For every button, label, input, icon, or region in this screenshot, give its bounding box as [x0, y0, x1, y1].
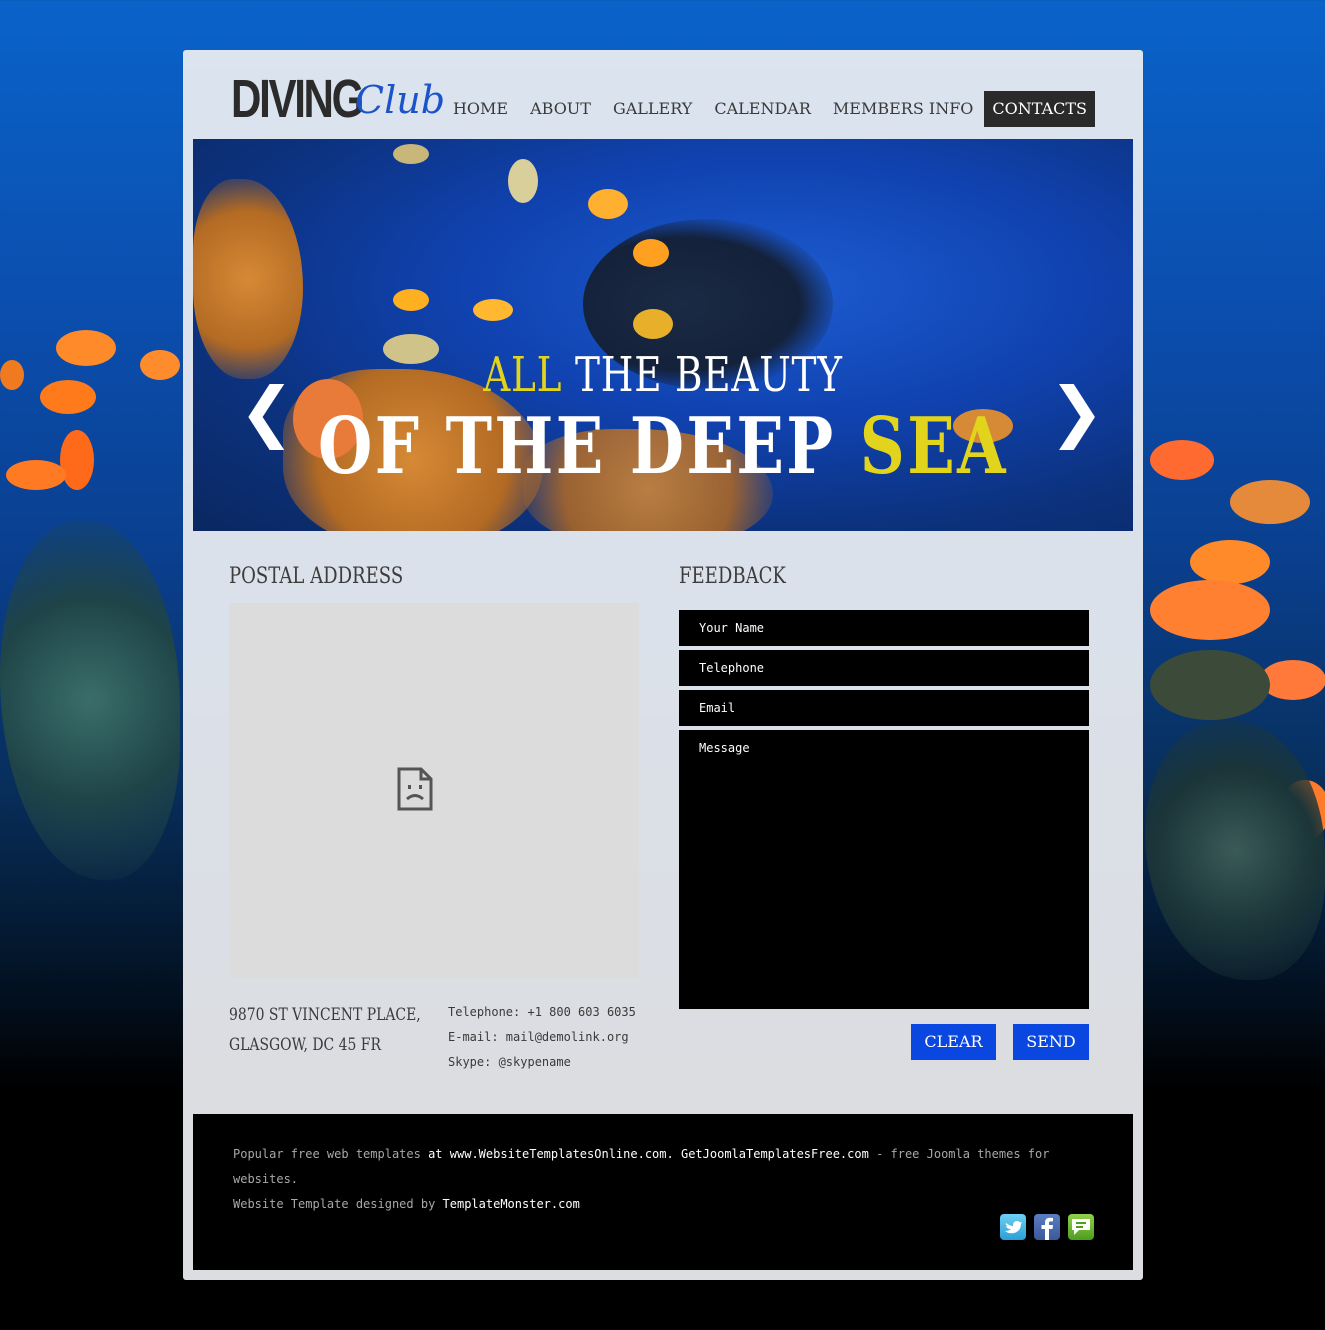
email-field[interactable]: Email: [679, 690, 1089, 726]
slide-highlight-all: ALL: [483, 347, 563, 403]
address-line-2: GLASGOW, DC 45 FR: [229, 1035, 381, 1055]
bg-fish: [1190, 540, 1270, 584]
footer-text-designed-by: Website Template designed by: [233, 1197, 436, 1211]
bg-fish: [1150, 440, 1214, 480]
bg-fish: [1260, 660, 1325, 700]
footer: Popular free web templates at www.Websit…: [193, 1114, 1133, 1270]
message-field[interactable]: Message: [679, 730, 1089, 1009]
postal-address: 9870 ST VINCENT PLACE, GLASGOW, DC 45 FR: [229, 1000, 442, 1060]
map-embed[interactable]: [229, 603, 639, 978]
main-nav: HOME ABOUT GALLERY CALENDAR MEMBERS INFO…: [442, 91, 1095, 127]
slider-fish: [393, 289, 429, 311]
slider-fish: [633, 309, 673, 339]
bg-fish: [140, 350, 180, 380]
nav-members-info[interactable]: MEMBERS INFO: [822, 91, 985, 127]
footer-text-dot: .: [666, 1147, 674, 1161]
nav-calendar[interactable]: CALENDAR: [703, 91, 822, 127]
name-field[interactable]: Your Name: [679, 610, 1089, 646]
nav-contacts[interactable]: CONTACTS: [984, 91, 1095, 127]
chat-icon[interactable]: [1068, 1214, 1094, 1240]
bg-fish: [60, 430, 94, 490]
slider-fish: [393, 144, 429, 164]
hero-slider: ALL THE BEAUTY OF THE DEEP SEA ❮ ❯: [193, 139, 1133, 531]
address-line-1: 9870 ST VINCENT PLACE,: [229, 1005, 421, 1025]
bg-fish: [6, 460, 66, 490]
bg-reef: [1145, 720, 1325, 980]
twitter-icon[interactable]: [1000, 1214, 1026, 1240]
slide-text-beauty: THE BEAUTY: [575, 347, 843, 403]
footer-text-at: at: [428, 1147, 443, 1161]
send-button[interactable]: SEND: [1013, 1024, 1089, 1060]
slider-fish: [633, 239, 669, 267]
broken-image-icon: [397, 767, 433, 811]
contact-details: Telephone: +1 800 603 6035 E-mail: mail@…: [448, 1000, 636, 1075]
slider-fish: [473, 299, 513, 321]
slider-fish: [508, 159, 538, 203]
bg-fish: [40, 380, 96, 414]
feedback-title: FEEDBACK: [679, 564, 786, 589]
bg-fish: [0, 360, 24, 390]
slider-coral: [193, 179, 303, 379]
logo-script-text: Club: [355, 78, 446, 122]
bg-fish: [1150, 650, 1270, 720]
nav-gallery[interactable]: GALLERY: [602, 91, 703, 127]
slider-fish: [588, 189, 628, 219]
page-container: DIVING Club HOME ABOUT GALLERY CALENDAR …: [183, 50, 1143, 1280]
footer-link-joomla[interactable]: GetJoomlaTemplatesFree.com: [681, 1147, 869, 1161]
slide-heading-line1: ALL THE BEAUTY: [296, 347, 1029, 403]
bg-reef: [0, 520, 180, 880]
slider-next-arrow-icon[interactable]: ❯: [1049, 379, 1104, 445]
slide-heading-line2: OF THE DEEP SEA: [287, 401, 1039, 492]
nav-home[interactable]: HOME: [442, 91, 519, 127]
postal-address-title: POSTAL ADDRESS: [229, 564, 404, 589]
nav-about[interactable]: ABOUT: [519, 91, 602, 127]
footer-link-websitetemplates[interactable]: www.WebsiteTemplatesOnline.com: [450, 1147, 667, 1161]
slide-text-deep: OF THE DEEP: [318, 401, 836, 492]
telephone-field[interactable]: Telephone: [679, 650, 1089, 686]
clear-button[interactable]: CLEAR: [911, 1024, 996, 1060]
footer-text: Popular free web templates at www.Websit…: [233, 1142, 1053, 1217]
bg-fish: [56, 330, 116, 366]
bg-fish: [1230, 480, 1310, 524]
footer-link-templatemonster[interactable]: TemplateMonster.com: [443, 1197, 580, 1211]
slide-highlight-sea: SEA: [859, 401, 1008, 492]
contact-telephone: Telephone: +1 800 603 6035: [448, 1005, 636, 1019]
bg-fish: [1150, 580, 1270, 640]
logo-main-text: DIVING: [231, 69, 364, 129]
contact-email: E-mail: mail@demolink.org: [448, 1030, 629, 1044]
facebook-icon[interactable]: [1034, 1214, 1060, 1240]
contact-skype: Skype: @skypename: [448, 1055, 571, 1069]
slider-prev-arrow-icon[interactable]: ❮: [239, 379, 294, 445]
footer-text-popular: Popular free web templates: [233, 1147, 421, 1161]
